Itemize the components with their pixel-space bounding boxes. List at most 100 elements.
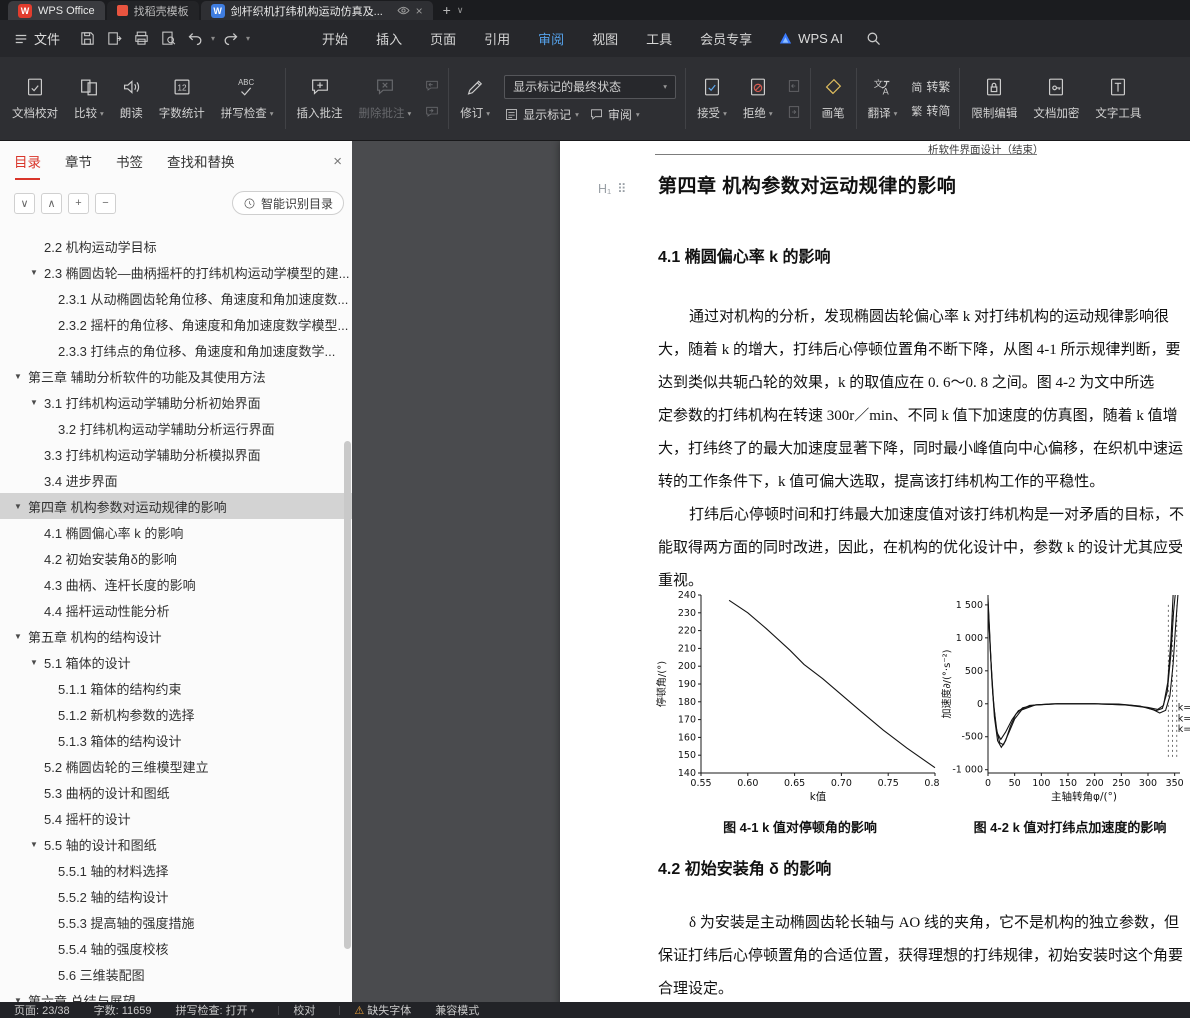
toc-expand-arrow-icon[interactable]: ▼ bbox=[30, 398, 44, 407]
tab-home[interactable]: 开始 bbox=[308, 20, 362, 57]
sidebar-tab-chapters[interactable]: 章节 bbox=[65, 151, 92, 171]
save-icon[interactable] bbox=[79, 30, 96, 47]
toc-item[interactable]: ▼ 第六章 总结与展望 bbox=[0, 987, 352, 1003]
toc-expand-arrow-icon[interactable]: ▼ bbox=[14, 502, 28, 511]
toc-item[interactable]: ▼ 第四章 机构参数对运动规律的影响 bbox=[0, 493, 352, 519]
chapter-heading: 第四章 机构参数对运动规律的影响 bbox=[658, 176, 957, 197]
missing-font-warning[interactable]: ⚠ 缺失字体 bbox=[354, 1002, 411, 1018]
simplified-to-traditional-button[interactable]: 简 转繁 bbox=[911, 78, 950, 95]
ink-brush-button[interactable]: 画笔 bbox=[814, 60, 853, 137]
toc-item[interactable]: 2.3.1 从动椭圆齿轮角位移、角速度和角加速度数... bbox=[0, 285, 352, 311]
toc-item[interactable]: ▼5.2 椭圆齿轮的三维模型建立 bbox=[0, 753, 352, 779]
wps-ai-button[interactable]: WPS AI bbox=[766, 20, 855, 57]
toc-item[interactable]: ▼ 3.1 打纬机构运动学辅助分析初始界面 bbox=[0, 389, 352, 415]
toc-item[interactable]: 5.5.4 轴的强度校核 bbox=[0, 935, 352, 961]
doc-proofread-button[interactable]: 文档校对 bbox=[4, 60, 66, 137]
sidebar-tab-bookmarks[interactable]: 书签 bbox=[116, 151, 143, 171]
word-count-button[interactable]: 12 字数统计 bbox=[151, 60, 213, 137]
sidebar-scrollbar[interactable] bbox=[344, 441, 351, 949]
toc-item[interactable]: 5.5.2 轴的结构设计 bbox=[0, 883, 352, 909]
traditional-to-simplified-button[interactable]: 繁 转简 bbox=[911, 102, 950, 119]
toc-expand-arrow-icon[interactable]: ▼ bbox=[30, 268, 44, 277]
show-markup-button[interactable]: 显示标记 ▾ bbox=[504, 106, 579, 123]
section-divider-line bbox=[655, 154, 1037, 155]
spell-check-button[interactable]: ABC 拼写检查 ▾ bbox=[213, 60, 282, 137]
close-tab-icon[interactable]: × bbox=[416, 5, 423, 17]
print-preview-icon[interactable] bbox=[160, 30, 177, 47]
toc-item[interactable]: 5.5.3 提高轴的强度措施 bbox=[0, 909, 352, 935]
toc-expand-arrow-icon[interactable]: ▼ bbox=[30, 658, 44, 667]
toc-item[interactable]: ▼ 第三章 辅助分析软件的功能及其使用方法 bbox=[0, 363, 352, 389]
toc-item[interactable]: 2.3.2 摇杆的角位移、角速度和角加速度数学模型... bbox=[0, 311, 352, 337]
sidebar-close-icon[interactable]: × bbox=[333, 153, 342, 170]
collapse-all-button[interactable]: ∨ bbox=[14, 192, 35, 214]
toc-item[interactable]: ▼4.1 椭圆偏心率 k 的影响 bbox=[0, 519, 352, 545]
tab-wps-home[interactable]: W WPS Office bbox=[8, 1, 105, 20]
document-page[interactable]: 析软件界面设计（结束） H₁ ⠿ 第四章 机构参数对运动规律的影响 4.1 椭圆… bbox=[560, 141, 1190, 1002]
compare-button[interactable]: 比较 ▾ bbox=[66, 60, 112, 137]
review-pane-icon bbox=[590, 108, 602, 120]
text-tool-button[interactable]: 文字工具 bbox=[1087, 60, 1149, 137]
toc-item[interactable]: 5.1.3 箱体的结构设计 bbox=[0, 727, 352, 753]
toc-item-label: 5.5.2 轴的结构设计 bbox=[58, 889, 169, 905]
tab-tools[interactable]: 工具 bbox=[632, 20, 686, 57]
toc-item[interactable]: ▼2.2 机构运动学目标 bbox=[0, 233, 352, 259]
toc-expand-arrow-icon[interactable]: ▼ bbox=[14, 372, 28, 381]
tab-insert[interactable]: 插入 bbox=[362, 20, 416, 57]
toc-item[interactable]: 3.2 打纬机构运动学辅助分析运行界面 bbox=[0, 415, 352, 441]
zoom-in-button[interactable]: + bbox=[68, 192, 89, 214]
toc-expand-arrow-icon[interactable]: ▼ bbox=[14, 632, 28, 641]
smart-toc-button[interactable]: 智能识别目录 bbox=[231, 191, 344, 215]
tab-reference[interactable]: 引用 bbox=[470, 20, 524, 57]
track-changes-button[interactable]: 修订 ▾ bbox=[452, 60, 498, 137]
toc-item[interactable]: ▼3.4 进步界面 bbox=[0, 467, 352, 493]
restrict-editing-button[interactable]: 限制编辑 bbox=[963, 60, 1025, 137]
toc-item[interactable]: 5.1.1 箱体的结构约束 bbox=[0, 675, 352, 701]
tab-page[interactable]: 页面 bbox=[416, 20, 470, 57]
toc-expand-arrow-icon[interactable]: ▼ bbox=[30, 840, 44, 849]
toc-item[interactable]: 5.6 三维装配图 bbox=[0, 961, 352, 987]
toc-item-label: 5.1.2 新机构参数的选择 bbox=[58, 707, 195, 723]
toc-item[interactable]: ▼3.3 打纬机构运动学辅助分析模拟界面 bbox=[0, 441, 352, 467]
toc-item[interactable]: ▼5.4 摇杆的设计 bbox=[0, 805, 352, 831]
sidebar-tab-contents[interactable]: 目录 bbox=[14, 151, 41, 180]
toc-item[interactable]: ▼5.3 曲柄的设计和图纸 bbox=[0, 779, 352, 805]
zoom-out-button[interactable]: − bbox=[95, 192, 116, 214]
toc-item[interactable]: 5.5.1 轴的材料选择 bbox=[0, 857, 352, 883]
spell-check-indicator[interactable]: 拼写检查: 打开 ▾ bbox=[176, 1002, 255, 1018]
toc-item[interactable]: 5.1.2 新机构参数的选择 bbox=[0, 701, 352, 727]
reject-revision-button[interactable]: 拒绝 ▾ bbox=[735, 60, 781, 137]
markup-state-dropdown[interactable]: 显示标记的最终状态 ▾ bbox=[504, 74, 677, 99]
eye-protect-icon[interactable] bbox=[397, 4, 410, 17]
review-pane-button[interactable]: 审阅 ▾ bbox=[589, 106, 640, 123]
drag-handle-icon[interactable]: ⠿ bbox=[617, 181, 626, 196]
sidebar-tab-find-replace[interactable]: 查找和替换 bbox=[167, 151, 235, 171]
tab-docer-templates[interactable]: 找稻壳模板 bbox=[106, 1, 199, 20]
search-icon[interactable] bbox=[865, 30, 882, 47]
tab-membership[interactable]: 会员专享 bbox=[686, 20, 766, 57]
toc-item[interactable]: ▼4.3 曲柄、连杆长度的影响 bbox=[0, 571, 352, 597]
tab-list-chevron-icon[interactable]: ∨ bbox=[457, 5, 464, 16]
expand-all-button[interactable]: ∧ bbox=[41, 192, 62, 214]
insert-comment-button[interactable]: 插入批注 bbox=[289, 60, 351, 137]
export-icon[interactable] bbox=[106, 30, 123, 47]
toc-item[interactable]: ▼4.4 摇杆运动性能分析 bbox=[0, 597, 352, 623]
toc-item[interactable]: 2.3.3 打纬点的角位移、角速度和角加速度数学... bbox=[0, 337, 352, 363]
toc-item[interactable]: ▼ 第五章 机构的结构设计 bbox=[0, 623, 352, 649]
toc-item[interactable]: ▼ 5.1 箱体的设计 bbox=[0, 649, 352, 675]
file-menu-button[interactable]: 文件 bbox=[0, 20, 74, 57]
translate-button[interactable]: 文A 翻译 ▾ bbox=[860, 60, 906, 137]
word-count-indicator[interactable]: 字数: 11659 bbox=[94, 1002, 152, 1018]
new-tab-button[interactable]: + bbox=[443, 2, 451, 18]
toc-item[interactable]: ▼4.2 初始安装角δ的影响 bbox=[0, 545, 352, 571]
encrypt-document-button[interactable]: 文档加密 bbox=[1025, 60, 1087, 137]
tab-document[interactable]: W 剑杆织机打纬机构运动仿真及... × bbox=[200, 1, 433, 20]
read-aloud-button[interactable]: 朗读 bbox=[112, 60, 151, 137]
toc-item[interactable]: ▼ 2.3 椭圆齿轮—曲柄摇杆的打纬机构运动学模型的建... bbox=[0, 259, 352, 285]
tab-view[interactable]: 视图 bbox=[578, 20, 632, 57]
tab-review[interactable]: 审阅 bbox=[524, 20, 578, 57]
print-icon[interactable] bbox=[133, 30, 150, 47]
proofread-indicator[interactable]: 校对 bbox=[293, 1002, 315, 1018]
accept-revision-button[interactable]: 接受 ▾ bbox=[689, 60, 735, 137]
toc-item[interactable]: ▼ 5.5 轴的设计和图纸 bbox=[0, 831, 352, 857]
